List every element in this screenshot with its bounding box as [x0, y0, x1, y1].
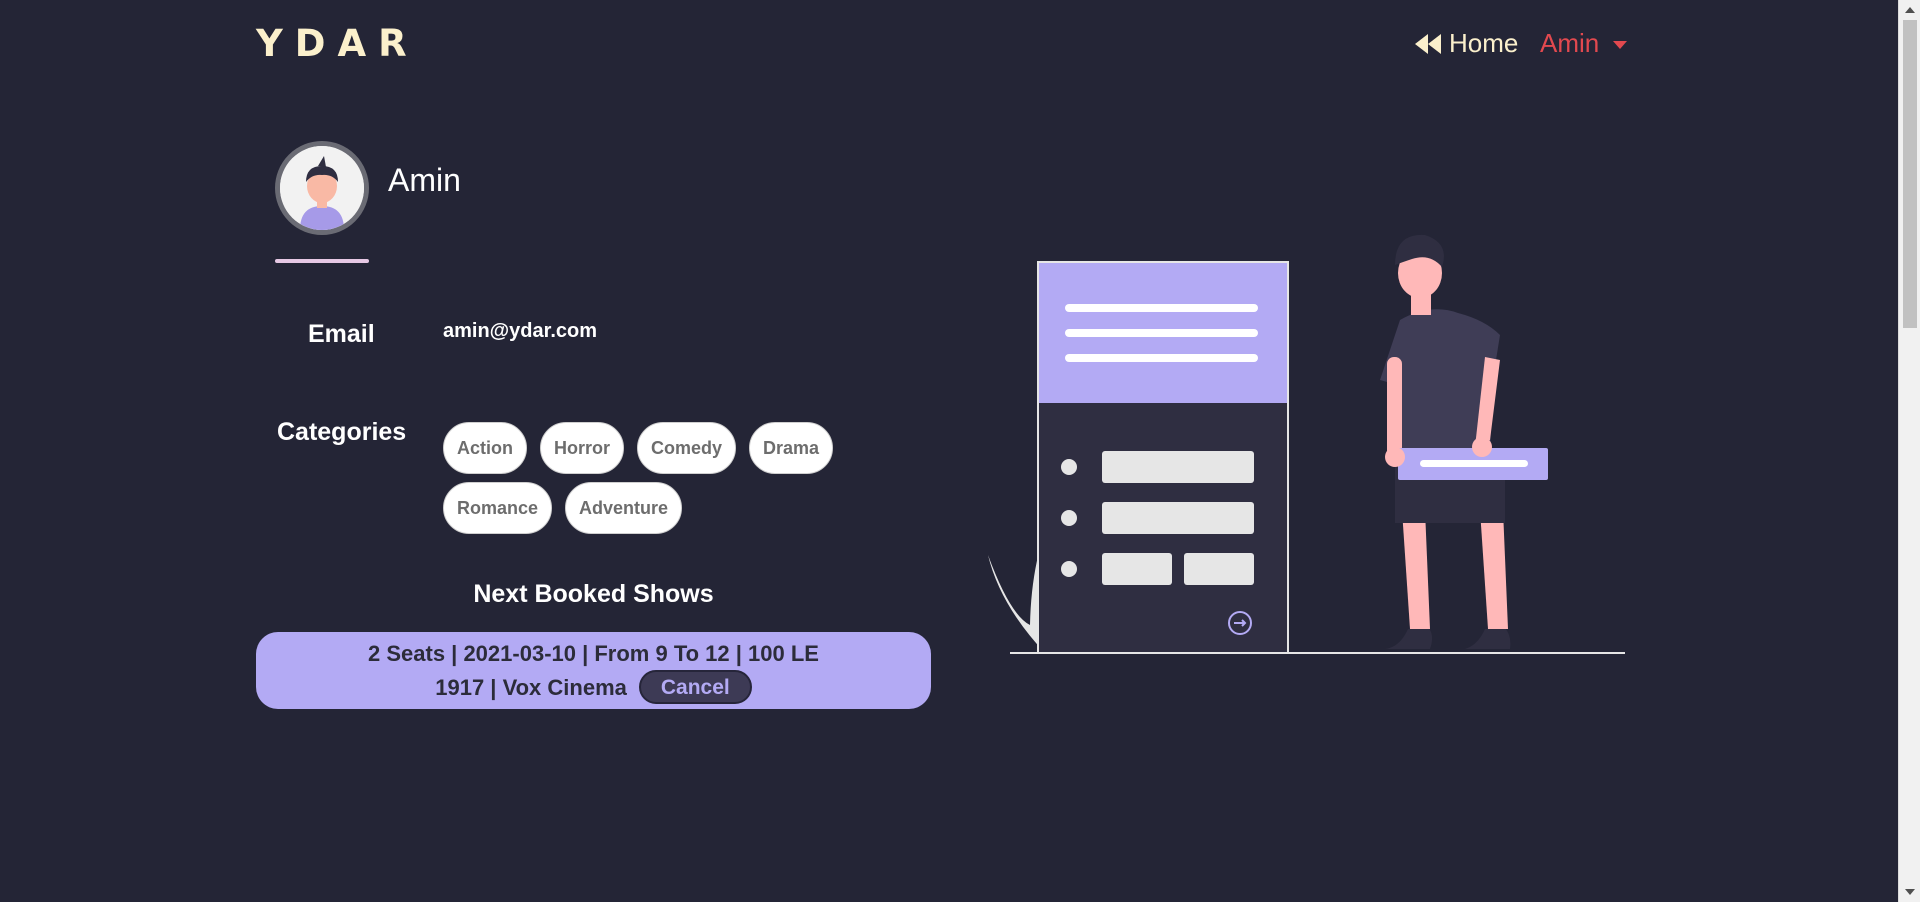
scrollbar-thumb[interactable] [1903, 20, 1917, 328]
user-avatar-icon [280, 146, 364, 230]
category-chip-action[interactable]: Action [443, 422, 527, 474]
booked-shows-title: Next Booked Shows [473, 580, 714, 608]
home-link-label: Home [1449, 28, 1519, 58]
person-with-form-illustration [988, 234, 1625, 654]
category-chips: Action Horror Comedy Drama Romance Adven… [443, 422, 843, 534]
email-label: Email [308, 320, 375, 348]
categories-label: Categories [277, 418, 407, 446]
site-logo[interactable]: YDAR [256, 22, 419, 65]
cancel-booking-button[interactable]: Cancel [638, 670, 752, 704]
user-menu-dropdown[interactable]: Amin [1540, 28, 1628, 59]
scroll-down-arrow-icon[interactable] [1905, 889, 1915, 895]
category-chip-drama[interactable]: Drama [749, 422, 834, 474]
profile-page: YDAR Home Amin Amin Email amin@ydar.com … [0, 0, 1920, 902]
booking-row: 1917 | Vox Cinema Cancel [435, 670, 752, 704]
booking-movie-cinema: 1917 | Vox Cinema [435, 674, 627, 700]
page-scrollbar[interactable] [1898, 0, 1920, 902]
email-value: amin@ydar.com [443, 320, 598, 342]
home-link[interactable]: Home [1415, 28, 1518, 59]
category-chip-adventure[interactable]: Adventure [565, 482, 683, 534]
booking-card: 2 Seats | 2021-03-10 | From 9 To 12 | 10… [256, 632, 931, 709]
user-menu-label: Amin [1540, 28, 1600, 58]
category-chip-comedy[interactable]: Comedy [637, 422, 737, 474]
booking-details: 2 Seats | 2021-03-10 | From 9 To 12 | 10… [368, 641, 819, 666]
category-chip-horror[interactable]: Horror [540, 422, 625, 474]
avatar-underline [275, 259, 369, 263]
double-left-chevron-icon [1415, 33, 1441, 54]
category-chip-romance[interactable]: Romance [443, 482, 553, 534]
profile-name: Amin [388, 162, 461, 198]
avatar [275, 141, 369, 235]
caret-down-icon [1613, 40, 1628, 49]
scroll-up-arrow-icon[interactable] [1905, 7, 1915, 13]
